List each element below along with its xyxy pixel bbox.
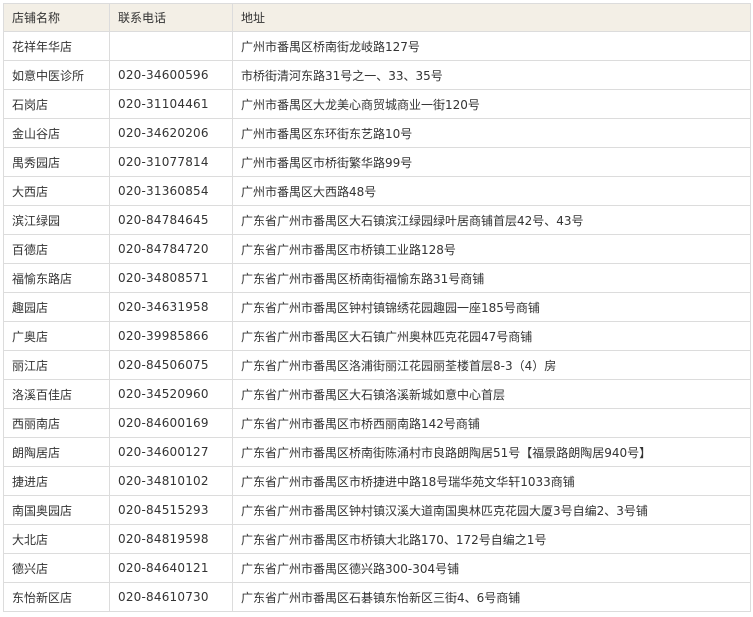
store-name-cell: 趣园店 — [3, 292, 110, 322]
address-cell: 广东省广州市番禺区桥南街福愉东路31号商铺 — [232, 263, 751, 293]
address-cell: 广东省广州市番禺区钟村镇汉溪大道南国奥林匹克花园大厦3号自编2、3号铺 — [232, 495, 751, 525]
address-cell: 广东省广州市番禺区市桥西丽南路142号商铺 — [232, 408, 751, 438]
store-name-cell: 朗陶居店 — [3, 437, 110, 467]
header-phone: 联系电话 — [109, 3, 233, 32]
table-row: 如意中医诊所 020-34600596 市桥街清河东路31号之一、33、35号 — [3, 60, 751, 90]
header-store-name: 店铺名称 — [3, 3, 110, 32]
store-name-cell: 德兴店 — [3, 553, 110, 583]
address-cell: 广东省广州市番禺区德兴路300-304号铺 — [232, 553, 751, 583]
store-name-cell: 福愉东路店 — [3, 263, 110, 293]
table-row: 西丽南店 020-84600169 广东省广州市番禺区市桥西丽南路142号商铺 — [3, 408, 751, 438]
address-cell: 广东省广州市番禺区市桥镇工业路128号 — [232, 234, 751, 264]
table-row: 福愉东路店 020-34808571 广东省广州市番禺区桥南街福愉东路31号商铺 — [3, 263, 751, 293]
store-list: 店铺名称 联系电话 地址 花祥年华店 广州市番禺区桥南街龙岐路127号 如意中医诊所… — [3, 3, 751, 612]
phone-cell: 020-84784720 — [109, 234, 233, 264]
store-name-cell: 花祥年华店 — [3, 31, 110, 61]
table-row: 捷进店 020-34810102 广东省广州市番禺区市桥捷进中路18号瑞华苑文华轩1… — [3, 466, 751, 496]
store-name-cell: 大北店 — [3, 524, 110, 554]
phone-cell: 020-84506075 — [109, 350, 233, 380]
table-row: 大北店 020-84819598 广东省广州市番禺区市桥镇大北路170、172号自编… — [3, 524, 751, 554]
phone-cell: 020-31104461 — [109, 89, 233, 119]
store-name-cell: 捷进店 — [3, 466, 110, 496]
table-row: 滨江绿园 020-84784645 广东省广州市番禺区大石镇滨江绿园绿叶居商铺首层4… — [3, 205, 751, 235]
store-name-cell: 南国奥园店 — [3, 495, 110, 525]
phone-cell: 020-31360854 — [109, 176, 233, 206]
phone-cell: 020-84640121 — [109, 553, 233, 583]
table-row: 朗陶居店 020-34600127 广东省广州市番禺区桥南街陈涌村市良路朗陶居51号… — [3, 437, 751, 467]
table-row: 花祥年华店 广州市番禺区桥南街龙岐路127号 — [3, 31, 751, 61]
address-cell: 广州市番禺区桥南街龙岐路127号 — [232, 31, 751, 61]
phone-cell: 020-39985866 — [109, 321, 233, 351]
store-name-cell: 洛溪百佳店 — [3, 379, 110, 409]
table-row: 德兴店 020-84640121 广东省广州市番禺区德兴路300-304号铺 — [3, 553, 751, 583]
phone-cell: 020-34600596 — [109, 60, 233, 90]
phone-cell: 020-34520960 — [109, 379, 233, 409]
table-row: 广奥店 020-39985866 广东省广州市番禺区大石镇广州奥林匹克花园47号商铺 — [3, 321, 751, 351]
address-cell: 广东省广州市番禺区大石镇滨江绿园绿叶居商铺首层42号、43号 — [232, 205, 751, 235]
header-row: 店铺名称 联系电话 地址 — [3, 3, 751, 32]
header-address: 地址 — [232, 3, 751, 32]
address-cell: 广州市番禺区市桥街繁华路99号 — [232, 147, 751, 177]
table-row: 金山谷店 020-34620206 广州市番禺区东环街东艺路10号 — [3, 118, 751, 148]
store-name-cell: 如意中医诊所 — [3, 60, 110, 90]
store-name-cell: 丽江店 — [3, 350, 110, 380]
table-row: 石岗店 020-31104461 广州市番禺区大龙美心商贸城商业一街120号 — [3, 89, 751, 119]
address-cell: 广东省广州市番禺区石碁镇东怡新区三街4、6号商铺 — [232, 582, 751, 612]
store-name-cell: 广奥店 — [3, 321, 110, 351]
store-name-cell: 金山谷店 — [3, 118, 110, 148]
address-cell: 广东省广州市番禺区市桥捷进中路18号瑞华苑文华轩1033商铺 — [232, 466, 751, 496]
table-row: 百德店 020-84784720 广东省广州市番禺区市桥镇工业路128号 — [3, 234, 751, 264]
address-cell: 广州市番禺区大西路48号 — [232, 176, 751, 206]
table-row: 丽江店 020-84506075 广东省广州市番禺区洛浦街丽江花园丽荃楼首层8-3（… — [3, 350, 751, 380]
store-table: 店铺名称 联系电话 地址 花祥年华店 广州市番禺区桥南街龙岐路127号 如意中医诊所… — [3, 3, 751, 612]
address-cell: 广东省广州市番禺区大石镇洛溪新城如意中心首层 — [232, 379, 751, 409]
store-name-cell: 东怡新区店 — [3, 582, 110, 612]
address-cell: 广东省广州市番禺区市桥镇大北路170、172号自编之1号 — [232, 524, 751, 554]
phone-cell: 020-34620206 — [109, 118, 233, 148]
store-name-cell: 石岗店 — [3, 89, 110, 119]
phone-cell — [109, 31, 233, 61]
store-name-cell: 禺秀园店 — [3, 147, 110, 177]
store-name-cell: 滨江绿园 — [3, 205, 110, 235]
phone-cell: 020-84600169 — [109, 408, 233, 438]
phone-cell: 020-84819598 — [109, 524, 233, 554]
store-name-cell: 大西店 — [3, 176, 110, 206]
phone-cell: 020-84784645 — [109, 205, 233, 235]
table-header: 店铺名称 联系电话 地址 — [3, 3, 751, 32]
address-cell: 广州市番禺区东环街东艺路10号 — [232, 118, 751, 148]
address-cell: 广东省广州市番禺区钟村镇锦绣花园趣园一座185号商铺 — [232, 292, 751, 322]
address-cell: 广东省广州市番禺区桥南街陈涌村市良路朗陶居51号【福景路朗陶居940号】 — [232, 437, 751, 467]
phone-cell: 020-34631958 — [109, 292, 233, 322]
store-name-cell: 西丽南店 — [3, 408, 110, 438]
address-cell: 市桥街清河东路31号之一、33、35号 — [232, 60, 751, 90]
address-cell: 广东省广州市番禺区大石镇广州奥林匹克花园47号商铺 — [232, 321, 751, 351]
table-row: 南国奥园店 020-84515293 广东省广州市番禺区钟村镇汉溪大道南国奥林匹克花… — [3, 495, 751, 525]
table-row: 趣园店 020-34631958 广东省广州市番禺区钟村镇锦绣花园趣园一座185号商… — [3, 292, 751, 322]
phone-cell: 020-31077814 — [109, 147, 233, 177]
address-cell: 广东省广州市番禺区洛浦街丽江花园丽荃楼首层8-3（4）房 — [232, 350, 751, 380]
table-row: 大西店 020-31360854 广州市番禺区大西路48号 — [3, 176, 751, 206]
table-row: 禺秀园店 020-31077814 广州市番禺区市桥街繁华路99号 — [3, 147, 751, 177]
phone-cell: 020-84515293 — [109, 495, 233, 525]
table-row: 洛溪百佳店 020-34520960 广东省广州市番禺区大石镇洛溪新城如意中心首层 — [3, 379, 751, 409]
address-cell: 广州市番禺区大龙美心商贸城商业一街120号 — [232, 89, 751, 119]
phone-cell: 020-34808571 — [109, 263, 233, 293]
table-body: 花祥年华店 广州市番禺区桥南街龙岐路127号 如意中医诊所 020-34600596 市… — [3, 31, 751, 612]
store-name-cell: 百德店 — [3, 234, 110, 264]
phone-cell: 020-34600127 — [109, 437, 233, 467]
phone-cell: 020-84610730 — [109, 582, 233, 612]
table-row: 东怡新区店 020-84610730 广东省广州市番禺区石碁镇东怡新区三街4、6号商… — [3, 582, 751, 612]
phone-cell: 020-34810102 — [109, 466, 233, 496]
